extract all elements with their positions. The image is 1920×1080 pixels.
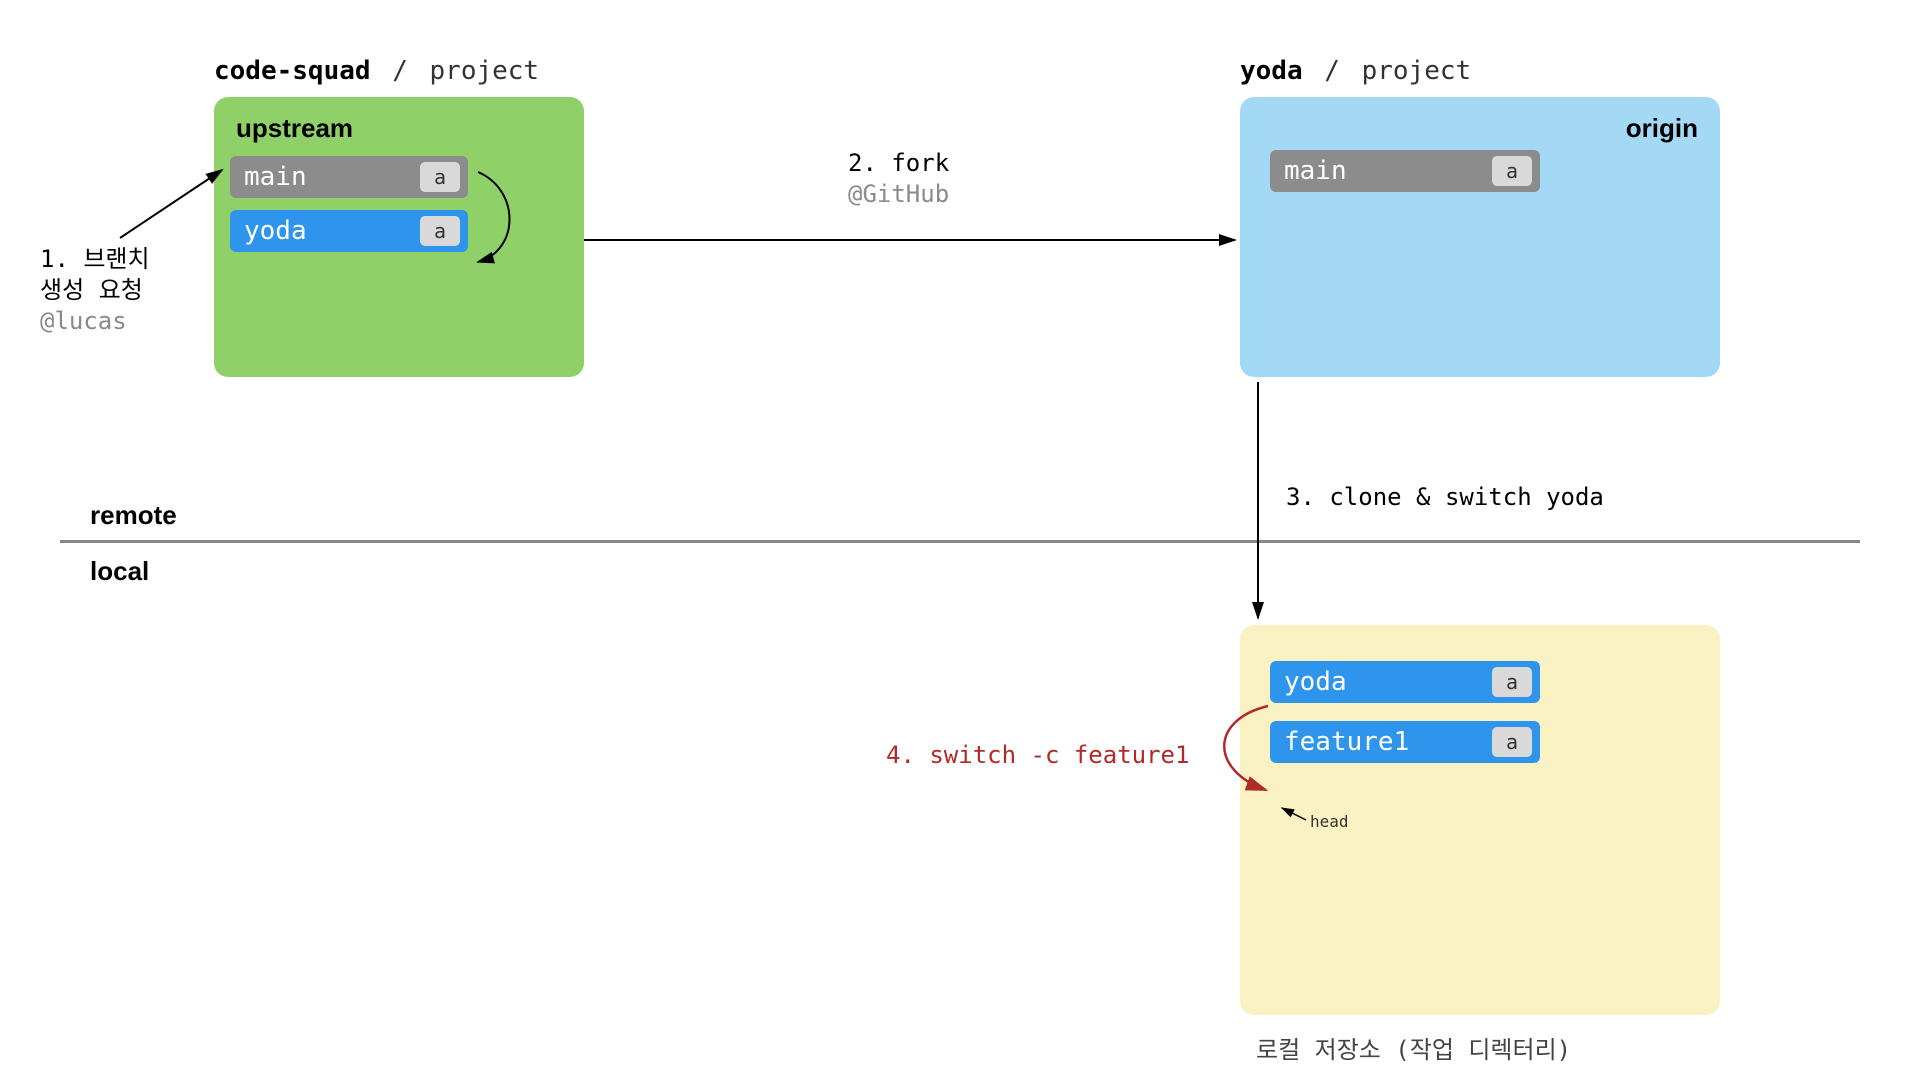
upstream-name: project (430, 56, 540, 86)
step1-mention: @lucas (40, 306, 150, 337)
origin-label: origin (1256, 113, 1698, 144)
branch-name: main (244, 162, 420, 192)
step2-line1: 2. fork (848, 148, 949, 179)
step3-label: 3. clone & switch yoda (1286, 482, 1604, 513)
step4-label: 4. switch -c feature1 (886, 740, 1189, 771)
commit-badge: a (1492, 156, 1532, 186)
step1-line1: 1. 브랜치 (40, 244, 150, 275)
commit-badge: a (420, 162, 460, 192)
local-branch-feature1: feature1 a (1270, 721, 1540, 763)
upstream-branch-yoda: yoda a (230, 210, 468, 252)
head-label: head (1310, 812, 1349, 831)
branch-name: main (1284, 156, 1492, 186)
remote-local-divider (60, 540, 1860, 543)
upstream-owner: code-squad (214, 56, 371, 86)
origin-repo-path: yoda / project (1240, 56, 1471, 86)
upstream-box: upstream main a yoda a (214, 97, 584, 377)
upstream-repo-path: code-squad / project (214, 56, 539, 86)
origin-box: origin main a (1240, 97, 1720, 377)
commit-badge: a (1492, 727, 1532, 757)
branch-name: yoda (244, 216, 420, 246)
arrow-step1 (120, 170, 222, 238)
origin-branch-main: main a (1270, 150, 1540, 192)
branch-name: yoda (1284, 667, 1492, 697)
upstream-branch-main: main a (230, 156, 468, 198)
origin-owner: yoda (1240, 56, 1303, 86)
step2-mention: @GitHub (848, 179, 949, 210)
local-branch-yoda: yoda a (1270, 661, 1540, 703)
step2-label: 2. fork @GitHub (848, 148, 949, 210)
step1-label: 1. 브랜치 생성 요청 @lucas (40, 244, 150, 338)
upstream-label: upstream (236, 113, 568, 144)
step1-line2: 생성 요청 (40, 275, 150, 306)
local-section-label: local (90, 556, 149, 587)
commit-badge: a (420, 216, 460, 246)
remote-section-label: remote (90, 500, 177, 531)
local-caption: 로컬 저장소 (작업 디렉터리) (1256, 1030, 1571, 1065)
commit-badge: a (1492, 667, 1532, 697)
origin-name: project (1362, 56, 1472, 86)
branch-name: feature1 (1284, 727, 1492, 757)
